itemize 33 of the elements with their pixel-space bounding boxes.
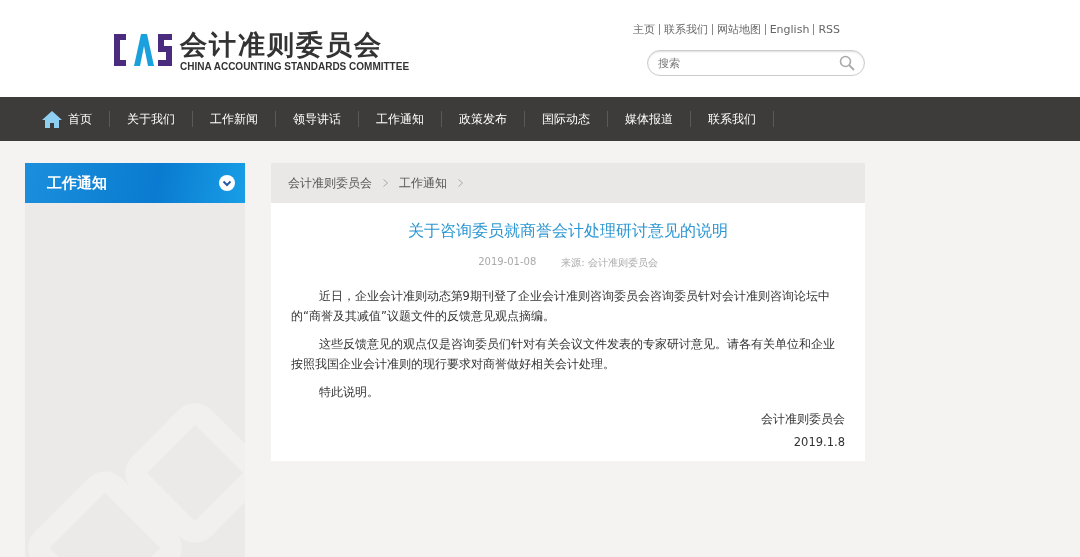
chevron-icon — [383, 179, 388, 187]
article-title: 关于咨询委员就商誉会计处理研讨意见的说明 — [407, 221, 729, 242]
nav-item[interactable]: 关于我们 — [110, 110, 192, 128]
nav-item[interactable]: 媒体报道 — [608, 110, 690, 128]
signature-date: 2019.1.8 — [792, 435, 845, 449]
nav-item[interactable]: 联系我们 — [691, 110, 773, 128]
logo-title: 会计准则委员会 — [180, 28, 384, 61]
nav-item[interactable]: 首页 — [42, 110, 109, 128]
logo-subtitle: CHINA ACCOUNTING STANDARDS COMMITTEE — [180, 60, 410, 72]
top-link[interactable]: English — [769, 23, 810, 36]
top-link[interactable]: 联系我们 — [663, 22, 708, 37]
sidebar-title: 工作通知 — [47, 173, 107, 193]
search-field[interactable]: 搜索 — [647, 50, 865, 76]
article-paragraph: 这些反馈意见的观点仅是咨询委员们针对有关会议文件发表的专家研讨意见。请各有关单位和企业按照我国企业会计准则的现行要求对商誉做好相关会计处理。 — [291, 336, 836, 373]
article-paragraph: 近日，企业会计准则动态第9期刊登了企业会计准则咨询委员会咨询委员针对会计准则咨询论坛中的“商誉及其减值”议题文件的反馈意见观点摘编。 — [291, 288, 831, 325]
top-link[interactable]: 主页 — [632, 22, 655, 37]
chevron-icon[interactable] — [219, 175, 235, 191]
breadcrumb-link[interactable]: 会计准则委员会 — [288, 174, 372, 192]
nav-item[interactable]: 领导讲话 — [276, 110, 358, 128]
nav-item[interactable]: 政策发布 — [442, 110, 524, 128]
home-icon — [42, 110, 62, 128]
article-date: 2019-01-08 — [478, 256, 537, 269]
sidebar-header[interactable]: 工作通知 — [25, 163, 245, 203]
top-link[interactable]: RSS — [818, 23, 840, 36]
nav-item[interactable]: 工作新闻 — [193, 110, 275, 128]
top-link[interactable]: 网站地图 — [716, 22, 761, 37]
nav-item[interactable]: 工作通知 — [359, 110, 441, 128]
article-source: 来源: 会计准则委员会 — [561, 256, 658, 270]
signature: 会计准则委员会 — [760, 412, 845, 427]
nav-item[interactable]: 国际动态 — [525, 110, 607, 128]
chevron-icon — [458, 179, 463, 187]
article-paragraph: 特此说明。 — [317, 384, 380, 401]
breadcrumb-link[interactable]: 工作通知 — [399, 174, 447, 192]
